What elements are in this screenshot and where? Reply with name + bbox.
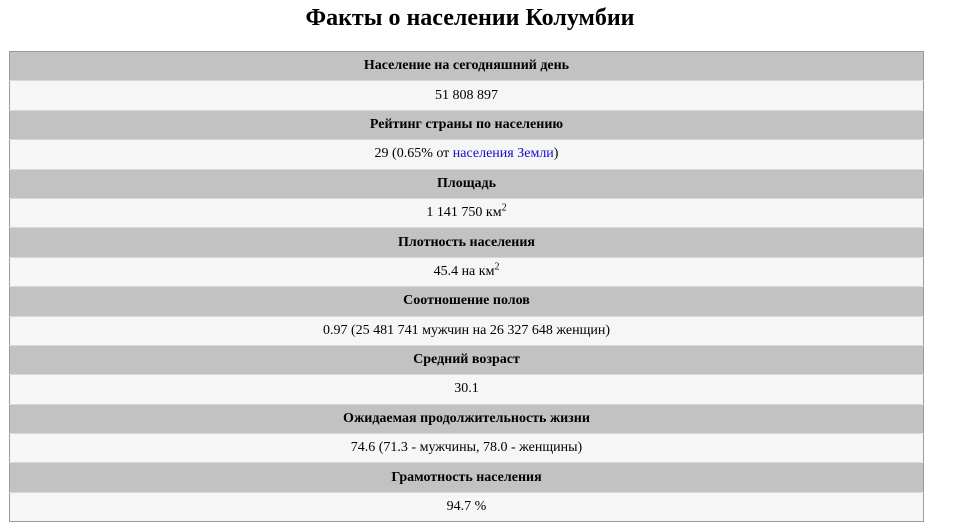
world-population-link[interactable]: населения Земли	[453, 146, 554, 161]
table-row: Средний возраст	[9, 345, 924, 376]
table-row: 0.97 (25 481 741 мужчин на 26 327 648 же…	[9, 316, 924, 346]
table-row: 51 808 897	[9, 80, 924, 111]
table-row: Плотность населения	[9, 227, 924, 258]
rank-value-suffix: )	[553, 146, 559, 162]
population-label: Население на сегодняшний день	[9, 51, 924, 82]
density-value-text: 45.4 на км	[433, 263, 495, 279]
table-row: Рейтинг страны по населению	[9, 110, 924, 141]
life-expectancy-value: 74.6 (71.3 - мужчины, 78.0 - женщины)	[9, 433, 924, 464]
table-row: 30.1	[9, 374, 924, 405]
rank-value-prefix: 29 (0.65% от	[374, 146, 453, 162]
table-row: Население на сегодняшний день	[9, 51, 924, 82]
density-value: 45.4 на км2	[9, 257, 924, 288]
median-age-value: 30.1	[9, 374, 924, 405]
table-row: 94.7 %	[9, 492, 924, 522]
sex-ratio-value: 0.97 (25 481 741 мужчин на 26 327 648 же…	[9, 316, 924, 346]
table-row: Грамотность населения	[9, 462, 924, 493]
rank-value: 29 (0.65% от населения Земли)	[9, 139, 924, 170]
median-age-label: Средний возраст	[9, 345, 924, 376]
area-value-superscript: 2	[501, 202, 507, 214]
table-row: 74.6 (71.3 - мужчины, 78.0 - женщины)	[9, 433, 924, 464]
literacy-label: Грамотность населения	[9, 462, 924, 493]
facts-table: Население на сегодняшний день 51 808 897…	[9, 51, 924, 522]
life-expectancy-label: Ожидаемая продолжительность жизни	[9, 404, 924, 435]
table-row: Ожидаемая продолжительность жизни	[9, 404, 924, 435]
population-value: 51 808 897	[9, 80, 924, 111]
page-title: Факты о населении Колумбии	[305, 5, 635, 31]
area-value-text: 1 141 750 км	[426, 205, 502, 221]
table-row: Соотношение полов	[9, 286, 924, 317]
table-row: Площадь	[9, 169, 924, 199]
area-value: 1 141 750 км2	[9, 198, 924, 229]
area-label: Площадь	[9, 169, 924, 199]
density-label: Плотность населения	[9, 227, 924, 258]
table-row: 29 (0.65% от населения Земли)	[9, 139, 924, 170]
rank-label: Рейтинг страны по населению	[9, 110, 924, 141]
density-value-superscript: 2	[494, 261, 500, 273]
sex-ratio-label: Соотношение полов	[9, 286, 924, 317]
table-row: 45.4 на км2	[9, 257, 924, 288]
literacy-value: 94.7 %	[9, 492, 924, 522]
table-row: 1 141 750 км2	[9, 198, 924, 229]
